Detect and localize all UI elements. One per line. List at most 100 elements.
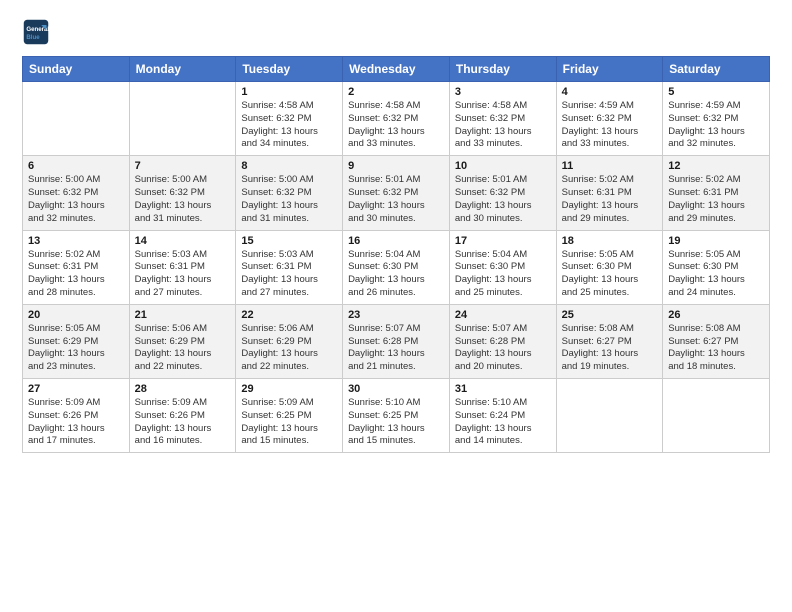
calendar-table: SundayMondayTuesdayWednesdayThursdayFrid… bbox=[22, 56, 770, 453]
day-detail: Sunrise: 5:00 AM Sunset: 6:32 PM Dayligh… bbox=[28, 174, 124, 225]
calendar-cell bbox=[663, 379, 770, 453]
calendar-header-friday: Friday bbox=[556, 57, 663, 82]
calendar-cell: 31 Sunrise: 5:10 AM Sunset: 6:24 PM Dayli… bbox=[449, 379, 556, 453]
day-detail: Sunrise: 5:09 AM Sunset: 6:25 PM Dayligh… bbox=[241, 397, 337, 448]
day-detail: Sunrise: 4:58 AM Sunset: 6:32 PM Dayligh… bbox=[455, 100, 551, 151]
day-detail: Sunrise: 5:00 AM Sunset: 6:32 PM Dayligh… bbox=[241, 174, 337, 225]
day-number: 19 bbox=[668, 235, 764, 247]
day-number: 10 bbox=[455, 160, 551, 172]
calendar-cell: 10 Sunrise: 5:01 AM Sunset: 6:32 PM Dayli… bbox=[449, 156, 556, 230]
day-detail: Sunrise: 5:06 AM Sunset: 6:29 PM Dayligh… bbox=[241, 323, 337, 374]
day-detail: Sunrise: 5:05 AM Sunset: 6:30 PM Dayligh… bbox=[562, 249, 658, 300]
calendar-week-4: 20 Sunrise: 5:05 AM Sunset: 6:29 PM Dayli… bbox=[23, 304, 770, 378]
calendar-cell: 15Sunrise: 5:03 AM Sunset: 6:31 PM Dayli… bbox=[236, 230, 343, 304]
calendar-cell: 29 Sunrise: 5:09 AM Sunset: 6:25 PM Dayli… bbox=[236, 379, 343, 453]
calendar-cell: 4 Sunrise: 4:59 AM Sunset: 6:32 PM Daylig… bbox=[556, 82, 663, 156]
calendar-cell: 19 Sunrise: 5:05 AM Sunset: 6:30 PM Dayli… bbox=[663, 230, 770, 304]
calendar-cell bbox=[23, 82, 130, 156]
calendar-cell: 30Sunrise: 5:10 AM Sunset: 6:25 PM Dayli… bbox=[343, 379, 450, 453]
day-detail: Sunrise: 5:04 AM Sunset: 6:30 PM Dayligh… bbox=[455, 249, 551, 300]
day-detail: Sunrise: 4:58 AM Sunset: 6:32 PM Dayligh… bbox=[348, 100, 444, 151]
calendar-cell: 14 Sunrise: 5:03 AM Sunset: 6:31 PM Dayli… bbox=[129, 230, 236, 304]
calendar-cell: 5Sunrise: 4:59 AM Sunset: 6:32 PM Daylig… bbox=[663, 82, 770, 156]
day-detail: Sunrise: 5:02 AM Sunset: 6:31 PM Dayligh… bbox=[28, 249, 124, 300]
day-number: 25 bbox=[562, 309, 658, 321]
day-detail: Sunrise: 5:05 AM Sunset: 6:30 PM Dayligh… bbox=[668, 249, 764, 300]
calendar-cell: 18 Sunrise: 5:05 AM Sunset: 6:30 PM Dayli… bbox=[556, 230, 663, 304]
day-detail: Sunrise: 5:07 AM Sunset: 6:28 PM Dayligh… bbox=[455, 323, 551, 374]
calendar-cell: 23 Sunrise: 5:07 AM Sunset: 6:28 PM Dayli… bbox=[343, 304, 450, 378]
calendar-cell: 24 Sunrise: 5:07 AM Sunset: 6:28 PM Dayli… bbox=[449, 304, 556, 378]
day-detail: Sunrise: 5:05 AM Sunset: 6:29 PM Dayligh… bbox=[28, 323, 124, 374]
calendar-header-saturday: Saturday bbox=[663, 57, 770, 82]
calendar-cell: 26 Sunrise: 5:08 AM Sunset: 6:27 PM Dayli… bbox=[663, 304, 770, 378]
calendar-header-row: SundayMondayTuesdayWednesdayThursdayFrid… bbox=[23, 57, 770, 82]
day-number: 14 bbox=[135, 235, 231, 247]
calendar-cell: 13 Sunrise: 5:02 AM Sunset: 6:31 PM Dayli… bbox=[23, 230, 130, 304]
calendar-week-3: 13 Sunrise: 5:02 AM Sunset: 6:31 PM Dayli… bbox=[23, 230, 770, 304]
day-number: 12 bbox=[668, 160, 764, 172]
calendar-cell: 9 Sunrise: 5:01 AM Sunset: 6:32 PM Daylig… bbox=[343, 156, 450, 230]
day-detail: Sunrise: 5:08 AM Sunset: 6:27 PM Dayligh… bbox=[562, 323, 658, 374]
day-number: 18 bbox=[562, 235, 658, 247]
day-detail: Sunrise: 5:06 AM Sunset: 6:29 PM Dayligh… bbox=[135, 323, 231, 374]
calendar-header-monday: Monday bbox=[129, 57, 236, 82]
calendar-cell: 12 Sunrise: 5:02 AM Sunset: 6:31 PM Dayli… bbox=[663, 156, 770, 230]
day-detail: Sunrise: 5:01 AM Sunset: 6:32 PM Dayligh… bbox=[455, 174, 551, 225]
calendar-cell bbox=[556, 379, 663, 453]
day-number: 27 bbox=[28, 383, 124, 395]
day-number: 29 bbox=[241, 383, 337, 395]
day-detail: Sunrise: 5:10 AM Sunset: 6:24 PM Dayligh… bbox=[455, 397, 551, 448]
day-detail: Sunrise: 5:02 AM Sunset: 6:31 PM Dayligh… bbox=[668, 174, 764, 225]
day-detail: Sunrise: 5:09 AM Sunset: 6:26 PM Dayligh… bbox=[135, 397, 231, 448]
day-detail: Sunrise: 5:08 AM Sunset: 6:27 PM Dayligh… bbox=[668, 323, 764, 374]
day-number: 20 bbox=[28, 309, 124, 321]
day-number: 9 bbox=[348, 160, 444, 172]
day-detail: Sunrise: 4:59 AM Sunset: 6:32 PM Dayligh… bbox=[668, 100, 764, 151]
day-number: 6 bbox=[28, 160, 124, 172]
day-detail: Sunrise: 5:03 AM Sunset: 6:31 PM Dayligh… bbox=[135, 249, 231, 300]
day-detail: Sunrise: 5:02 AM Sunset: 6:31 PM Dayligh… bbox=[562, 174, 658, 225]
day-number: 26 bbox=[668, 309, 764, 321]
day-number: 2 bbox=[348, 86, 444, 98]
day-number: 7 bbox=[135, 160, 231, 172]
day-number: 3 bbox=[455, 86, 551, 98]
calendar-cell: 8 Sunrise: 5:00 AM Sunset: 6:32 PM Daylig… bbox=[236, 156, 343, 230]
day-number: 13 bbox=[28, 235, 124, 247]
day-number: 23 bbox=[348, 309, 444, 321]
day-detail: Sunrise: 5:03 AM Sunset: 6:31 PM Dayligh… bbox=[241, 249, 337, 300]
day-number: 8 bbox=[241, 160, 337, 172]
day-number: 28 bbox=[135, 383, 231, 395]
calendar-cell: 17Sunrise: 5:04 AM Sunset: 6:30 PM Dayli… bbox=[449, 230, 556, 304]
calendar-cell bbox=[129, 82, 236, 156]
page: General Blue SundayMondayTuesdayWednesda… bbox=[0, 0, 792, 612]
day-number: 16 bbox=[348, 235, 444, 247]
day-detail: Sunrise: 4:58 AM Sunset: 6:32 PM Dayligh… bbox=[241, 100, 337, 151]
calendar-cell: 21Sunrise: 5:06 AM Sunset: 6:29 PM Dayli… bbox=[129, 304, 236, 378]
day-detail: Sunrise: 5:07 AM Sunset: 6:28 PM Dayligh… bbox=[348, 323, 444, 374]
calendar-header-wednesday: Wednesday bbox=[343, 57, 450, 82]
calendar-cell: 2 Sunrise: 4:58 AM Sunset: 6:32 PM Daylig… bbox=[343, 82, 450, 156]
header: General Blue bbox=[22, 18, 770, 46]
day-detail: Sunrise: 4:59 AM Sunset: 6:32 PM Dayligh… bbox=[562, 100, 658, 151]
day-number: 22 bbox=[241, 309, 337, 321]
calendar-week-2: 6 Sunrise: 5:00 AM Sunset: 6:32 PM Daylig… bbox=[23, 156, 770, 230]
calendar-cell: 7Sunrise: 5:00 AM Sunset: 6:32 PM Daylig… bbox=[129, 156, 236, 230]
logo: General Blue bbox=[22, 18, 54, 46]
calendar-header-thursday: Thursday bbox=[449, 57, 556, 82]
calendar-cell: 3 Sunrise: 4:58 AM Sunset: 6:32 PM Daylig… bbox=[449, 82, 556, 156]
day-number: 30 bbox=[348, 383, 444, 395]
calendar-cell: 6 Sunrise: 5:00 AM Sunset: 6:32 PM Daylig… bbox=[23, 156, 130, 230]
calendar-cell: 22 Sunrise: 5:06 AM Sunset: 6:29 PM Dayli… bbox=[236, 304, 343, 378]
day-number: 31 bbox=[455, 383, 551, 395]
calendar-cell: 28 Sunrise: 5:09 AM Sunset: 6:26 PM Dayli… bbox=[129, 379, 236, 453]
day-number: 11 bbox=[562, 160, 658, 172]
day-number: 1 bbox=[241, 86, 337, 98]
calendar-cell: 11 Sunrise: 5:02 AM Sunset: 6:31 PM Dayli… bbox=[556, 156, 663, 230]
day-detail: Sunrise: 5:01 AM Sunset: 6:32 PM Dayligh… bbox=[348, 174, 444, 225]
calendar-header-sunday: Sunday bbox=[23, 57, 130, 82]
calendar-cell: 25 Sunrise: 5:08 AM Sunset: 6:27 PM Dayli… bbox=[556, 304, 663, 378]
day-number: 24 bbox=[455, 309, 551, 321]
day-number: 4 bbox=[562, 86, 658, 98]
day-detail: Sunrise: 5:09 AM Sunset: 6:26 PM Dayligh… bbox=[28, 397, 124, 448]
